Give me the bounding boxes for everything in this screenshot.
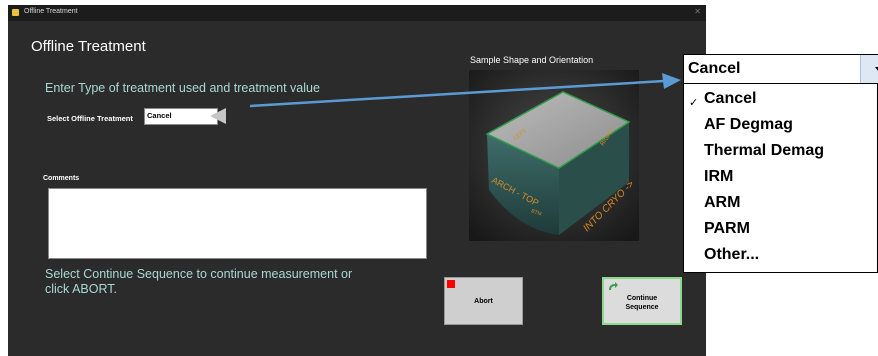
treatment-select-value: Cancel [147,111,172,120]
page-title: Offline Treatment [31,38,146,55]
dropdown-toggle-button[interactable] [860,55,878,83]
select-treatment-label: Select Offline Treatment [47,114,133,123]
dropdown-option-thermal-demag[interactable]: Thermal Demag [704,142,824,160]
offline-treatment-window: Offline Treatment ✕ Offline Treatment En… [8,5,706,356]
continue-label-line2: Sequence [625,304,659,311]
dropdown-option-irm[interactable]: IRM [704,168,733,186]
dropdown-option-arm[interactable]: ARM [704,194,740,212]
abort-label: Abort [474,298,493,305]
abort-button[interactable]: Abort [444,277,523,325]
treatment-dropdown-header[interactable]: Cancel [683,54,878,84]
dropdown-selected-value: Cancel [688,60,741,77]
dropdown-option-af-degmag[interactable]: AF Degmag [704,116,793,134]
continue-sequence-button[interactable]: Continue Sequence [602,277,682,325]
continue-label: Continue Sequence [604,294,680,312]
dropdown-option-cancel[interactable]: Cancel [704,90,756,108]
treatment-dropdown-list: ✓ Cancel AF Degmag Thermal Demag IRM ARM… [683,84,878,273]
comments-label: Comments [43,175,80,182]
title-bar: Offline Treatment ✕ [8,5,706,21]
app-icon [12,9,19,16]
continue-label-line1: Continue [626,295,658,302]
dropdown-option-other[interactable]: Other... [704,246,759,264]
continue-icon [609,282,618,290]
sample-shape-label: Sample Shape and Orientation [470,55,594,65]
check-icon: ✓ [689,97,699,109]
abort-indicator-icon [447,280,455,288]
treatment-instruction: Enter Type of treatment used and treatme… [45,81,320,95]
close-icon[interactable]: ✕ [694,7,701,16]
window-title: Offline Treatment [24,8,78,15]
pointer-arrow-icon [210,108,226,124]
sample-orientation-image: LEFT RIGHT ARCH - TOP INTO CRYO -> BTM [469,70,639,241]
treatment-select[interactable]: Cancel [144,108,218,125]
continue-instruction: Select Continue Sequence to continue mea… [45,267,353,296]
dropdown-option-parm[interactable]: PARM [704,220,750,238]
comments-field[interactable] [48,188,427,259]
